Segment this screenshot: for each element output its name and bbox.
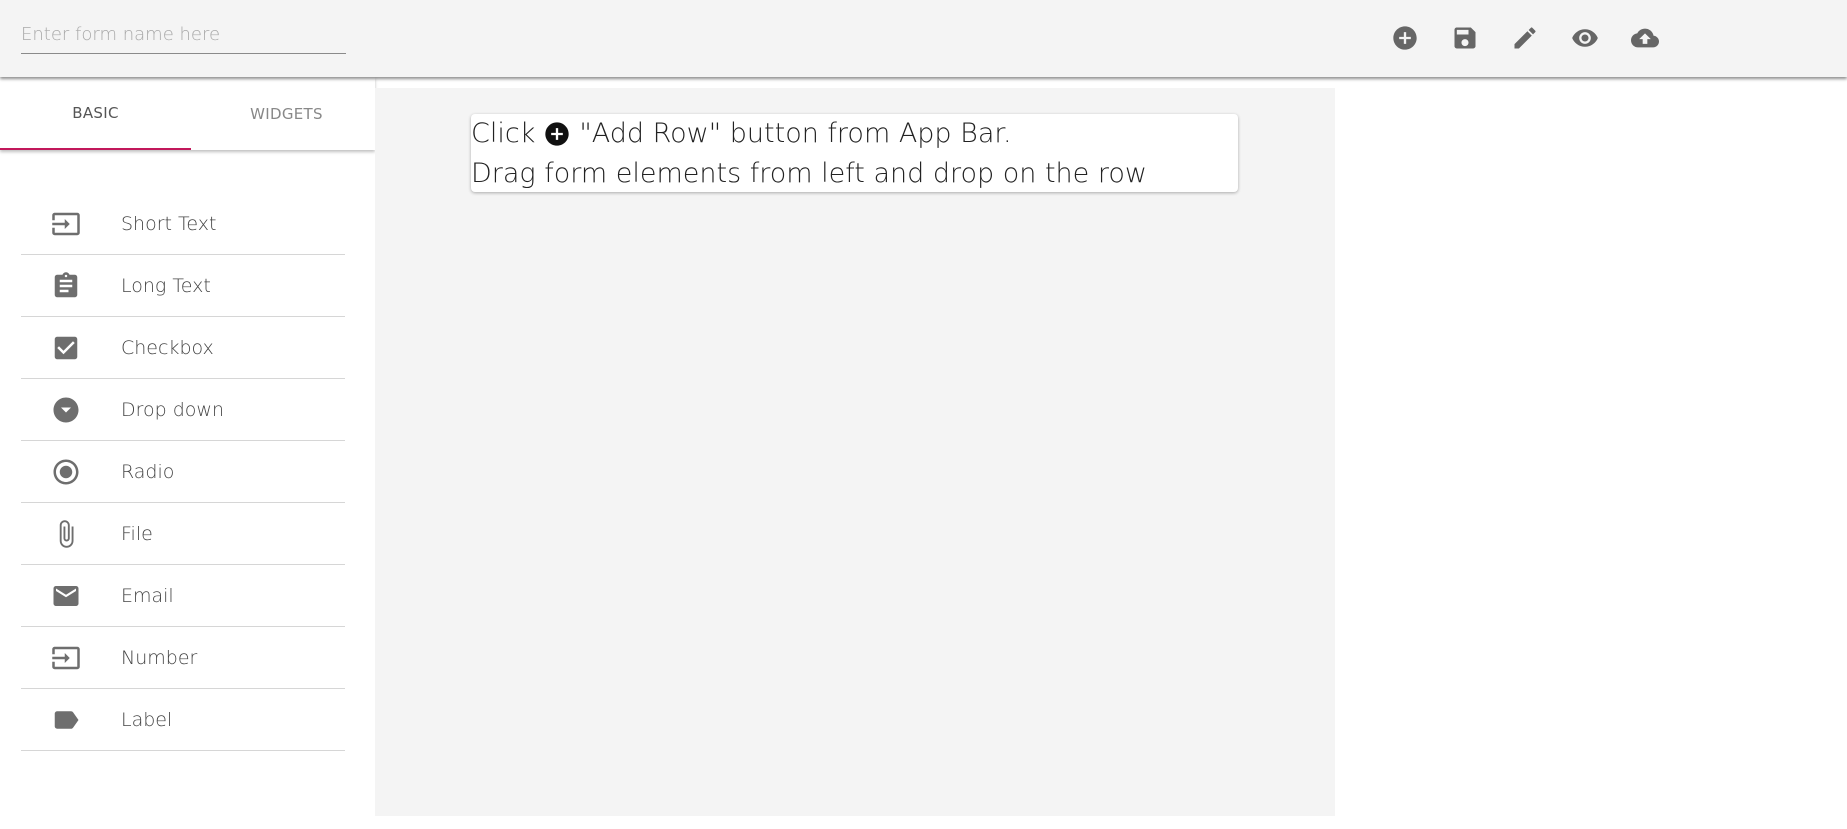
element-label: Radio xyxy=(121,460,175,483)
element-label: Short Text xyxy=(121,212,217,235)
element-number[interactable]: Number xyxy=(21,627,345,689)
element-drop-down[interactable]: Drop down xyxy=(21,379,345,441)
element-label: Checkbox xyxy=(121,336,214,359)
add-circle-icon xyxy=(1393,26,1417,50)
dropdown-circle-icon xyxy=(51,395,81,425)
form-name-input[interactable] xyxy=(21,16,346,54)
instructions-line-2: Drag form elements from left and drop on… xyxy=(471,158,1147,189)
element-label: Label xyxy=(121,708,173,731)
sidebar: BASIC WIDGETS Short Text Long Text Check… xyxy=(0,77,375,829)
instructions-line-1: Click "Add Row" button from App Bar. xyxy=(471,114,1238,154)
element-long-text[interactable]: Long Text xyxy=(21,255,345,317)
instructions-click-text: Click xyxy=(471,118,536,149)
edit-button[interactable] xyxy=(1505,18,1545,58)
cloud-upload-icon xyxy=(1631,28,1659,48)
element-short-text[interactable]: Short Text xyxy=(21,193,345,255)
toolbar xyxy=(1385,18,1685,58)
tab-widgets[interactable]: WIDGETS xyxy=(191,77,382,150)
element-file[interactable]: File xyxy=(21,503,345,565)
element-label: Drop down xyxy=(121,398,225,421)
element-label: File xyxy=(121,522,153,545)
element-email[interactable]: Email xyxy=(21,565,345,627)
tab-basic[interactable]: BASIC xyxy=(0,77,191,150)
pencil-icon xyxy=(1514,27,1536,49)
preview-button[interactable] xyxy=(1565,18,1605,58)
element-label-field[interactable]: Label xyxy=(21,689,345,751)
tab-bar: BASIC WIDGETS xyxy=(0,77,375,150)
clipboard-icon xyxy=(51,271,81,301)
form-canvas[interactable]: Click "Add Row" button from App Bar. Dra… xyxy=(375,88,1335,816)
instructions-add-row-text: "Add Row" button from App Bar. xyxy=(579,118,1012,149)
save-icon xyxy=(1454,27,1476,49)
element-list: Short Text Long Text Checkbox Drop down … xyxy=(21,193,345,751)
add-circle-icon xyxy=(543,120,571,148)
label-tag-icon xyxy=(51,705,81,735)
eye-icon xyxy=(1572,29,1598,47)
element-label: Number xyxy=(121,646,198,669)
element-label: Long Text xyxy=(121,274,211,297)
instructions-card: Click "Add Row" button from App Bar. Dra… xyxy=(471,114,1238,192)
upload-button[interactable] xyxy=(1625,18,1665,58)
radio-icon xyxy=(51,457,81,487)
element-label: Email xyxy=(121,584,174,607)
save-button[interactable] xyxy=(1445,18,1485,58)
mail-icon xyxy=(51,581,81,611)
input-icon xyxy=(51,209,81,239)
paperclip-icon xyxy=(51,519,81,549)
element-checkbox[interactable]: Checkbox xyxy=(21,317,345,379)
add-row-button[interactable] xyxy=(1385,18,1425,58)
checkbox-icon xyxy=(51,333,81,363)
element-radio[interactable]: Radio xyxy=(21,441,345,503)
app-bar xyxy=(0,0,1847,77)
input-icon xyxy=(51,643,81,673)
